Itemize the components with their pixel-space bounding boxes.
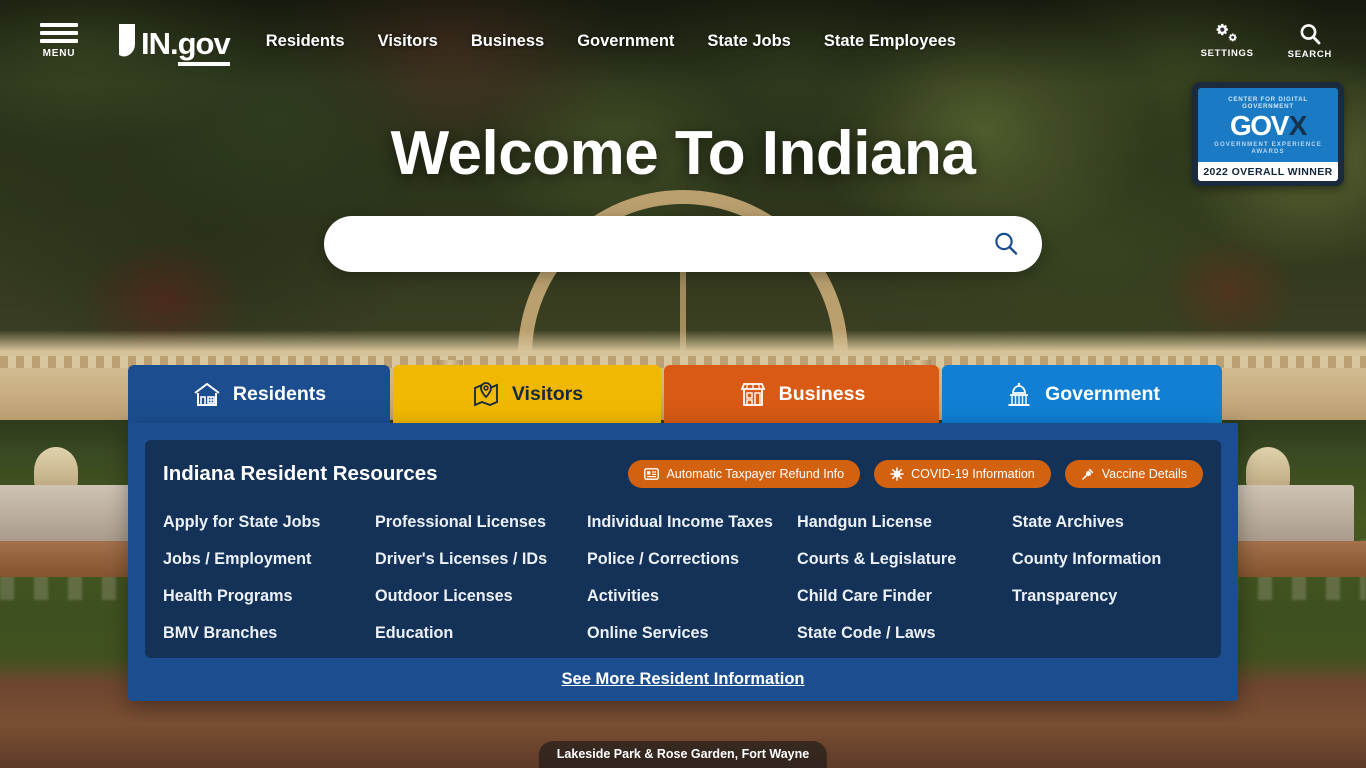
- link-child-care-finder[interactable]: Child Care Finder: [797, 578, 1012, 615]
- link-health-programs[interactable]: Health Programs: [163, 578, 375, 615]
- map-pin-icon: [471, 380, 501, 408]
- link-professional-licenses[interactable]: Professional Licenses: [375, 504, 587, 541]
- settings-button[interactable]: SETTINGS: [1201, 23, 1254, 59]
- link-drivers-licenses-ids[interactable]: Driver's Licenses / IDs: [375, 541, 587, 578]
- search-label: SEARCH: [1287, 49, 1332, 60]
- chip-label: Vaccine Details: [1101, 467, 1187, 481]
- category-tabs: Residents Visitors Business Government: [128, 365, 1238, 423]
- link-online-services[interactable]: Online Services: [587, 615, 797, 652]
- link-apply-for-state-jobs[interactable]: Apply for State Jobs: [163, 504, 375, 541]
- chip-vaccine-details[interactable]: Vaccine Details: [1064, 460, 1203, 488]
- tab-label-business: Business: [778, 382, 866, 405]
- link-education[interactable]: Education: [375, 615, 587, 652]
- resource-links-grid: Apply for State Jobs Professional Licens…: [163, 504, 1203, 652]
- link-activities[interactable]: Activities: [587, 578, 797, 615]
- settings-label: SETTINGS: [1200, 48, 1254, 59]
- award-brand: GOV X: [1230, 110, 1308, 141]
- capitol-icon: [1004, 380, 1034, 408]
- nav-item-state-jobs[interactable]: State Jobs: [707, 32, 790, 51]
- see-more-bar: See More Resident Information: [128, 657, 1238, 701]
- tab-label-residents: Residents: [232, 382, 327, 405]
- resources-panel: Indiana Resident Resources Automatic Tax…: [128, 423, 1238, 701]
- id-card-icon: [644, 468, 660, 480]
- search-input[interactable]: [346, 234, 992, 254]
- site-header: MENU IN.gov Residents Visitors Business …: [0, 0, 1366, 82]
- resources-panel-header: Indiana Resident Resources Automatic Tax…: [163, 460, 1203, 488]
- award-x-mark: X: [1288, 110, 1308, 141]
- award-organization: CENTER FOR DIGITAL GOVERNMENT: [1228, 96, 1308, 110]
- tab-label-government: Government: [1045, 382, 1160, 405]
- tab-residents[interactable]: Residents: [128, 365, 390, 423]
- link-courts-legislature[interactable]: Courts & Legislature: [797, 541, 1012, 578]
- menu-button[interactable]: MENU: [30, 23, 88, 59]
- hero-section: Welcome To Indiana: [0, 118, 1366, 272]
- header-utilities: SETTINGS SEARCH: [1201, 22, 1332, 60]
- ingov-logo[interactable]: IN.gov: [116, 24, 231, 66]
- gears-icon: [1216, 23, 1237, 42]
- link-state-code-laws[interactable]: State Code / Laws: [797, 615, 1012, 652]
- menu-label: MENU: [42, 48, 76, 59]
- photo-caption: Lakeside Park & Rose Garden, Fort Wayne: [538, 741, 828, 768]
- link-jobs-employment[interactable]: Jobs / Employment: [163, 541, 375, 578]
- primary-nav: Residents Visitors Business Government S…: [266, 32, 956, 51]
- tab-label-visitors: Visitors: [511, 382, 584, 405]
- logo-text: IN.gov: [141, 25, 231, 66]
- award-winner-text: 2022 OVERALL WINNER: [1198, 162, 1338, 181]
- search-icon: [1300, 24, 1321, 45]
- link-transparency[interactable]: Transparency: [1012, 578, 1203, 615]
- link-outdoor-licenses[interactable]: Outdoor Licenses: [375, 578, 587, 615]
- link-state-archives[interactable]: State Archives: [1012, 504, 1203, 541]
- storefront-icon: [738, 380, 768, 408]
- award-program: GOVERNMENT EXPERIENCE AWARDS: [1214, 141, 1322, 155]
- search-button[interactable]: SEARCH: [1288, 22, 1332, 60]
- resources-panel-inner: Indiana Resident Resources Automatic Tax…: [145, 440, 1221, 658]
- link-county-information[interactable]: County Information: [1012, 541, 1203, 578]
- award-badge-top: CENTER FOR DIGITAL GOVERNMENT GOV X GOVER…: [1198, 88, 1338, 162]
- highlight-chips: Automatic Taxpayer Refund Info COVID-19 …: [628, 460, 1203, 488]
- house-icon: [192, 380, 222, 408]
- virus-icon: [890, 467, 904, 481]
- nav-item-government[interactable]: Government: [577, 32, 674, 51]
- link-empty-slot: [1012, 615, 1203, 652]
- chip-automatic-taxpayer-refund-info[interactable]: Automatic Taxpayer Refund Info: [628, 460, 861, 488]
- chip-label: COVID-19 Information: [911, 467, 1035, 481]
- link-individual-income-taxes[interactable]: Individual Income Taxes: [587, 504, 797, 541]
- resources-panel-title: Indiana Resident Resources: [163, 462, 438, 485]
- syringe-icon: [1082, 468, 1093, 480]
- tab-business[interactable]: Business: [664, 365, 939, 423]
- link-bmv-branches[interactable]: BMV Branches: [163, 615, 375, 652]
- tab-visitors[interactable]: Visitors: [393, 365, 661, 423]
- award-badge[interactable]: CENTER FOR DIGITAL GOVERNMENT GOV X GOVER…: [1192, 82, 1344, 186]
- chip-label: Automatic Taxpayer Refund Info: [666, 467, 845, 481]
- tab-government[interactable]: Government: [942, 365, 1222, 423]
- hamburger-icon: [40, 23, 78, 43]
- see-more-resident-information-link[interactable]: See More Resident Information: [562, 670, 805, 689]
- page-title: Welcome To Indiana: [390, 119, 976, 188]
- search-icon[interactable]: [992, 230, 1020, 258]
- hero-search-bar[interactable]: [324, 216, 1042, 272]
- nav-item-state-employees[interactable]: State Employees: [824, 32, 956, 51]
- link-handgun-license[interactable]: Handgun License: [797, 504, 1012, 541]
- nav-item-business[interactable]: Business: [471, 32, 544, 51]
- nav-item-residents[interactable]: Residents: [266, 32, 345, 51]
- chip-covid-19-information[interactable]: COVID-19 Information: [874, 460, 1051, 488]
- nav-item-visitors[interactable]: Visitors: [378, 32, 438, 51]
- indiana-state-icon: [119, 24, 135, 57]
- link-police-corrections[interactable]: Police / Corrections: [587, 541, 797, 578]
